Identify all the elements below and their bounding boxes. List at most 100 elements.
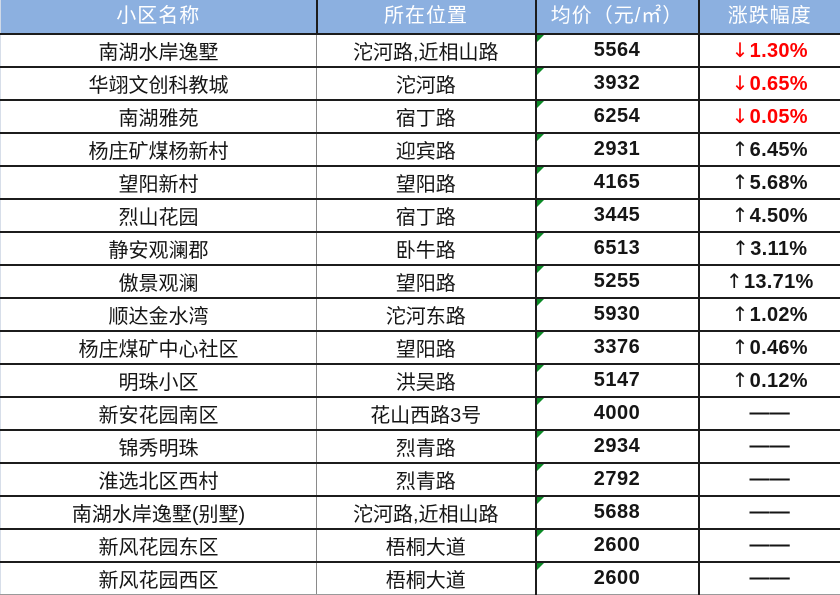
cell-community-name[interactable]: 新风花园西区: [1, 562, 317, 595]
cell-price-change[interactable]: ↑0.12%: [699, 364, 840, 397]
cell-average-price[interactable]: 5564: [536, 34, 699, 67]
cell-average-price[interactable]: 2931: [536, 133, 699, 166]
cell-community-name[interactable]: 杨庄煤矿中心社区: [1, 331, 317, 364]
price-change-value: 0.46%: [750, 337, 808, 359]
cell-price-change[interactable]: ↑13.71%: [699, 265, 840, 298]
cell-location[interactable]: 迎宾路: [317, 133, 536, 166]
cell-error-flag-icon: [537, 134, 544, 141]
cell-price-change[interactable]: ↑1.02%: [699, 298, 840, 331]
price-value: 3376: [594, 336, 641, 358]
cell-price-change[interactable]: ↑5.68%: [699, 166, 840, 199]
price-value: 2931: [594, 138, 641, 160]
price-value: 3932: [594, 72, 641, 94]
cell-error-flag-icon: [537, 431, 544, 438]
cell-average-price[interactable]: 3932: [536, 67, 699, 100]
cell-error-flag-icon: [537, 167, 544, 174]
cell-location[interactable]: 望阳路: [317, 265, 536, 298]
price-change-value: ——: [749, 402, 790, 424]
cell-average-price[interactable]: 5688: [536, 496, 699, 529]
cell-error-flag-icon: [537, 365, 544, 372]
cell-location[interactable]: 花山西路3号: [317, 397, 536, 430]
cell-community-name[interactable]: 静安观澜郡: [1, 232, 317, 265]
cell-community-name[interactable]: 傲景观澜: [1, 265, 317, 298]
cell-location[interactable]: 沱河路: [317, 67, 536, 100]
column-header-price[interactable]: 均价（元/㎡）: [536, 0, 699, 34]
cell-location[interactable]: 宿丁路: [317, 199, 536, 232]
cell-error-flag-icon: [537, 101, 544, 108]
cell-average-price[interactable]: 2600: [536, 562, 699, 595]
table-row: 杨庄煤矿中心社区望阳路 3376 ↑0.46%: [1, 331, 840, 364]
cell-average-price[interactable]: 5255: [536, 265, 699, 298]
cell-price-change[interactable]: ↓0.65%: [699, 67, 840, 100]
price-value: 5147: [594, 369, 641, 391]
cell-price-change[interactable]: ↓0.05%: [699, 100, 840, 133]
cell-average-price[interactable]: 4000: [536, 397, 699, 430]
cell-location[interactable]: 烈青路: [317, 463, 536, 496]
cell-error-flag-icon: [537, 233, 544, 240]
cell-community-name[interactable]: 望阳新村: [1, 166, 317, 199]
cell-location[interactable]: 望阳路: [317, 331, 536, 364]
cell-price-change[interactable]: ↑6.45%: [699, 133, 840, 166]
cell-community-name[interactable]: 南湖水岸逸墅: [1, 34, 317, 67]
cell-average-price[interactable]: 2934: [536, 430, 699, 463]
spreadsheet-canvas: 小区名称 所在位置 均价（元/㎡） 涨跌幅度 南湖水岸逸墅沱河路,近相山路556…: [0, 0, 840, 560]
cell-price-change[interactable]: ——: [699, 397, 840, 430]
cell-location[interactable]: 梧桐大道: [317, 529, 536, 562]
cell-community-name[interactable]: 新风花园东区: [1, 529, 317, 562]
column-header-location[interactable]: 所在位置: [317, 0, 536, 34]
cell-price-change[interactable]: ↑0.46%: [699, 331, 840, 364]
cell-price-change[interactable]: ↑4.50%: [699, 199, 840, 232]
cell-location[interactable]: 宿丁路: [317, 100, 536, 133]
cell-location[interactable]: 沱河东路: [317, 298, 536, 331]
cell-community-name[interactable]: 南湖水岸逸墅(别墅): [1, 496, 317, 529]
cell-average-price[interactable]: 2600: [536, 529, 699, 562]
cell-community-name[interactable]: 新安花园南区: [1, 397, 317, 430]
cell-price-change[interactable]: ——: [699, 496, 840, 529]
cell-average-price[interactable]: 3376: [536, 331, 699, 364]
column-header-name[interactable]: 小区名称: [1, 0, 317, 34]
arrow-up-icon: ↑: [732, 170, 749, 194]
price-change-value: 5.68%: [750, 172, 808, 194]
cell-average-price[interactable]: 4165: [536, 166, 699, 199]
cell-community-name[interactable]: 锦秀明珠: [1, 430, 317, 463]
cell-price-change[interactable]: ↓1.30%: [699, 34, 840, 67]
table-row: 烈山花园宿丁路3445↑4.50%: [1, 199, 840, 232]
table-row: 静安观澜郡卧牛路 6513 ↑3.11%: [1, 232, 840, 265]
cell-community-name[interactable]: 明珠小区: [1, 364, 317, 397]
cell-price-change[interactable]: ——: [699, 430, 840, 463]
cell-price-change[interactable]: ——: [699, 562, 840, 595]
cell-community-name[interactable]: 南湖雅苑: [1, 100, 317, 133]
cell-price-change[interactable]: ——: [699, 463, 840, 496]
cell-community-name[interactable]: 淮选北区西村: [1, 463, 317, 496]
cell-average-price[interactable]: 6254: [536, 100, 699, 133]
cell-price-change[interactable]: ↑3.11%: [699, 232, 840, 265]
cell-location[interactable]: 沱河路,近相山路: [317, 496, 536, 529]
cell-average-price[interactable]: 5930: [536, 298, 699, 331]
price-value: 6254: [594, 105, 641, 127]
cell-location[interactable]: 梧桐大道: [317, 562, 536, 595]
cell-location[interactable]: 望阳路: [317, 166, 536, 199]
cell-price-change[interactable]: ——: [699, 529, 840, 562]
cell-error-flag-icon: [537, 464, 544, 471]
cell-location[interactable]: 烈青路: [317, 430, 536, 463]
table-row: 南湖水岸逸墅沱河路,近相山路5564↓1.30%: [1, 34, 840, 67]
column-header-change[interactable]: 涨跌幅度: [699, 0, 840, 34]
price-change-value: 0.65%: [750, 73, 808, 95]
cell-location[interactable]: 沱河路,近相山路: [317, 34, 536, 67]
cell-community-name[interactable]: 烈山花园: [1, 199, 317, 232]
price-value: 6513: [594, 237, 641, 259]
price-change-value: 4.50%: [750, 205, 808, 227]
table-row: 淮选北区西村烈青路2792——: [1, 463, 840, 496]
cell-error-flag-icon: [537, 332, 544, 339]
cell-average-price[interactable]: 5147: [536, 364, 699, 397]
cell-community-name[interactable]: 华翊文创科教城: [1, 67, 317, 100]
price-change-value: 1.30%: [750, 40, 808, 62]
cell-community-name[interactable]: 顺达金水湾: [1, 298, 317, 331]
cell-average-price[interactable]: 2792: [536, 463, 699, 496]
table-row: 顺达金水湾沱河东路5930↑1.02%: [1, 298, 840, 331]
cell-average-price[interactable]: 6513: [536, 232, 699, 265]
cell-community-name[interactable]: 杨庄矿煤杨新村: [1, 133, 317, 166]
cell-average-price[interactable]: 3445: [536, 199, 699, 232]
cell-location[interactable]: 卧牛路: [317, 232, 536, 265]
cell-location[interactable]: 洪吴路: [317, 364, 536, 397]
